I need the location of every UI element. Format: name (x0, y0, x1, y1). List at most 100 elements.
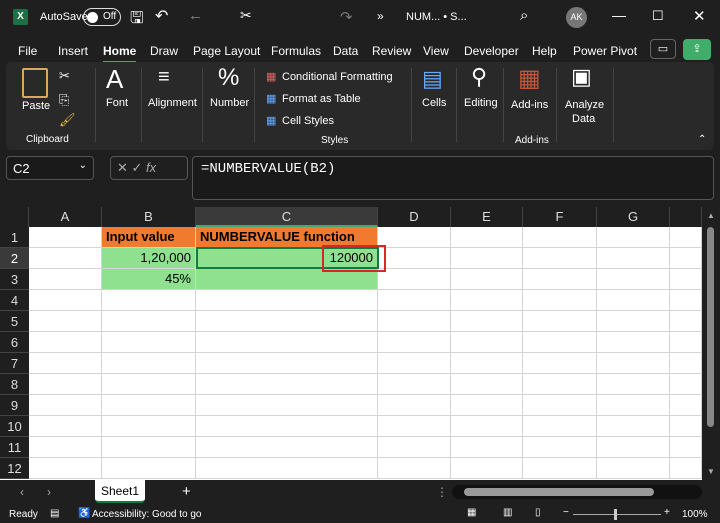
format-painter-icon[interactable]: 🖌 (59, 112, 76, 128)
cell[interactable] (670, 248, 702, 269)
tab-draw[interactable]: Draw (150, 44, 178, 58)
tab-help[interactable]: Help (532, 44, 557, 58)
collapse-ribbon-icon[interactable]: ⌃ (698, 134, 706, 145)
tab-developer[interactable]: Developer (464, 44, 519, 58)
file-name[interactable]: NUM... • S... (406, 11, 467, 23)
editing-button[interactable]: Editing (464, 97, 498, 109)
close-icon[interactable]: ✕ (693, 7, 706, 25)
cell[interactable] (378, 311, 451, 332)
cell[interactable] (29, 311, 102, 332)
cell[interactable] (523, 227, 597, 248)
cell[interactable] (523, 416, 597, 437)
cell[interactable] (378, 269, 451, 290)
cell[interactable] (670, 227, 702, 248)
autosave-toggle[interactable]: Off (83, 8, 121, 26)
cell[interactable] (597, 290, 670, 311)
cell[interactable] (196, 353, 378, 374)
cell[interactable] (597, 458, 670, 479)
column-header-e[interactable]: E (451, 207, 523, 227)
avatar[interactable]: AK (566, 7, 587, 28)
cell[interactable] (523, 458, 597, 479)
name-box[interactable]: C2 ⌄ (6, 156, 94, 180)
more-commands-icon[interactable]: » (377, 9, 384, 23)
cell[interactable] (451, 332, 523, 353)
paste-button[interactable]: Paste (22, 100, 50, 112)
cell[interactable] (196, 416, 378, 437)
cell[interactable] (29, 437, 102, 458)
cell[interactable] (378, 437, 451, 458)
cell[interactable] (451, 311, 523, 332)
undo-icon[interactable]: ↶ (155, 6, 168, 26)
number-button[interactable]: Number (210, 97, 249, 109)
cell[interactable] (451, 437, 523, 458)
cell[interactable] (378, 458, 451, 479)
cell[interactable] (597, 416, 670, 437)
cell[interactable] (451, 227, 523, 248)
cell[interactable] (451, 248, 523, 269)
cell[interactable] (451, 458, 523, 479)
row-header-4[interactable]: 4 (0, 290, 29, 311)
cell[interactable] (378, 395, 451, 416)
alignment-button[interactable]: Alignment (148, 97, 197, 109)
zoom-level[interactable]: 100% (682, 509, 708, 520)
cell[interactable] (29, 374, 102, 395)
font-button[interactable]: Font (106, 97, 128, 109)
cell[interactable] (29, 269, 102, 290)
cell[interactable] (378, 332, 451, 353)
cell[interactable] (196, 290, 378, 311)
row-header-1[interactable]: 1 (0, 227, 29, 248)
minimize-icon[interactable]: — (612, 7, 626, 23)
cell[interactable] (670, 416, 702, 437)
column-header-f[interactable]: F (523, 207, 597, 227)
copy-icon[interactable]: ⎘ (59, 92, 69, 108)
cell[interactable] (378, 248, 451, 269)
cell[interactable] (451, 416, 523, 437)
cell[interactable] (29, 458, 102, 479)
cell[interactable] (670, 290, 702, 311)
row-header-10[interactable]: 10 (0, 416, 29, 437)
column-header-d[interactable]: D (378, 207, 451, 227)
cell[interactable] (451, 353, 523, 374)
search-icon[interactable]: ⌕ (520, 7, 528, 24)
cell[interactable] (597, 332, 670, 353)
macro-record-icon[interactable]: ▤ (50, 508, 59, 519)
save-icon[interactable]: 🖫 (130, 7, 144, 34)
row-header-5[interactable]: 5 (0, 311, 29, 332)
maximize-icon[interactable]: ☐ (652, 8, 664, 24)
cell[interactable] (378, 353, 451, 374)
cell[interactable] (196, 311, 378, 332)
cell[interactable] (451, 290, 523, 311)
formula-input[interactable]: =NUMBERVALUE(B2) (192, 156, 714, 200)
cell[interactable] (597, 374, 670, 395)
prev-sheet-icon[interactable]: ‹ (20, 485, 24, 499)
comments-button[interactable]: ▭ (650, 39, 676, 59)
cell[interactable] (196, 332, 378, 353)
cell[interactable] (102, 311, 196, 332)
cell[interactable] (102, 353, 196, 374)
accessibility-status[interactable]: Accessibility: Good to go (92, 509, 202, 520)
cell[interactable] (597, 248, 670, 269)
cell[interactable] (102, 374, 196, 395)
cell[interactable] (29, 332, 102, 353)
cell[interactable] (378, 374, 451, 395)
row-header-12[interactable]: 12 (0, 458, 29, 479)
cell[interactable] (523, 395, 597, 416)
cell[interactable] (29, 353, 102, 374)
zoom-slider[interactable] (573, 514, 661, 515)
redo-icon[interactable]: ↷ (340, 8, 353, 26)
next-sheet-icon[interactable]: › (47, 485, 51, 499)
page-layout-view-icon[interactable]: ▥ (503, 507, 512, 518)
row-header-7[interactable]: 7 (0, 353, 29, 374)
tab-review[interactable]: Review (372, 44, 411, 58)
vertical-scroll-thumb[interactable] (707, 227, 714, 427)
cut-icon[interactable]: ✂ (240, 7, 252, 24)
cell[interactable] (102, 437, 196, 458)
row-header-2[interactable]: 2 (0, 248, 29, 269)
cell[interactable] (451, 269, 523, 290)
cell[interactable] (670, 458, 702, 479)
cell[interactable] (29, 416, 102, 437)
zoom-slider-thumb[interactable] (614, 509, 617, 520)
cell-b3[interactable]: 45% (102, 269, 196, 290)
cell[interactable] (196, 395, 378, 416)
cell[interactable] (102, 458, 196, 479)
